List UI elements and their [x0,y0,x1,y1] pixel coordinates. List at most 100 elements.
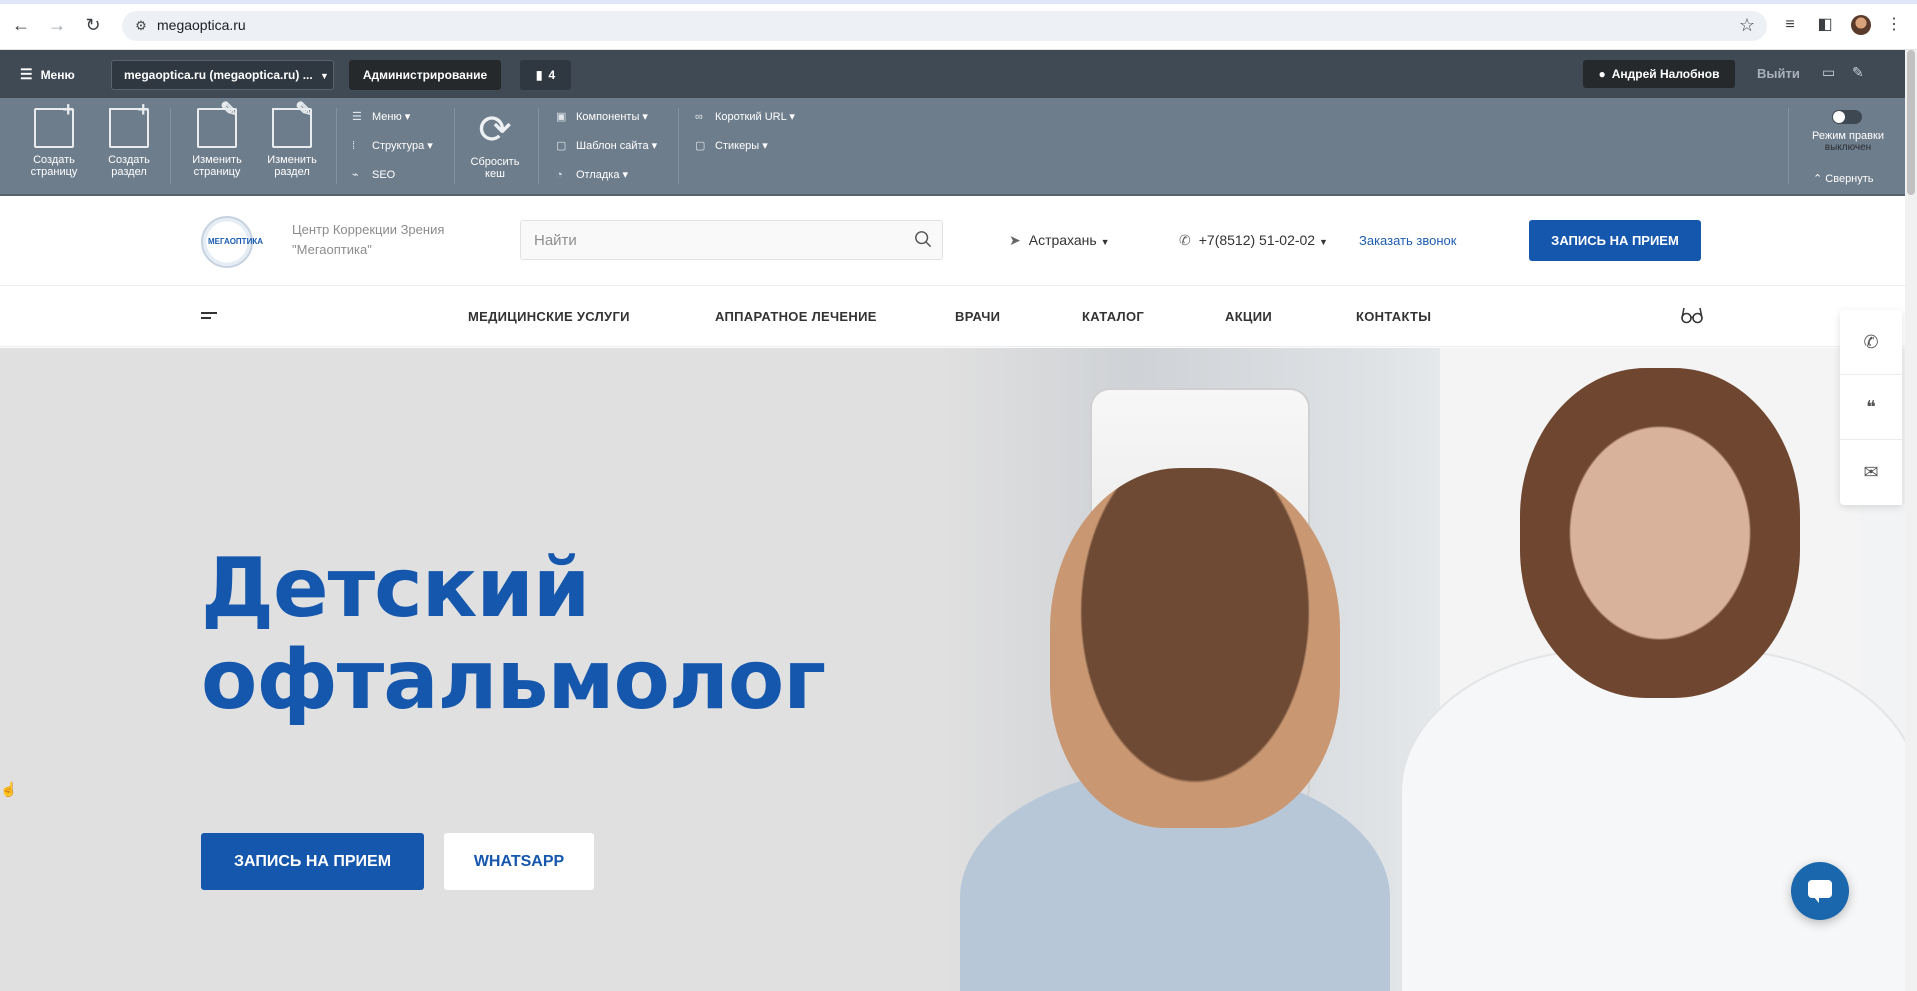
short-url-tool-label: Короткий URL [715,111,787,123]
create-page-label-1: Создать [33,154,75,166]
create-page-button[interactable]: + Создать страницу [24,100,84,178]
edit-folder-icon: ✎ [272,100,312,148]
admin-menu-button[interactable]: ☰ Меню [20,66,75,83]
glasses-icon[interactable] [1681,306,1703,329]
media-control-icon[interactable]: ≡ [1778,13,1802,37]
refresh-icon: ⟳ [478,108,512,152]
admin-toolbar: + Создать страницу + Создать раздел ✎ Из… [0,98,1905,196]
callback-link[interactable]: Заказать звонок [1359,233,1456,248]
grid-icon: ⁞ [352,140,356,152]
seo-tool[interactable]: ⌁ SEO [352,168,395,181]
nav-item-hardware-treatment[interactable]: АППАРАТНОЕ ЛЕЧЕНИЕ [715,309,877,324]
site-template-tool-label: Шаблон сайта [576,140,649,152]
chevron-down-icon: ▼ [1100,237,1110,247]
edit-section-label-1: Изменить [267,154,317,166]
search-icon[interactable] [914,230,932,248]
main-navigation: МЕДИЦИНСКИЕ УСЛУГИ АППАРАТНОЕ ЛЕЧЕНИЕ ВР… [0,287,1905,347]
debug-tool[interactable]: ◔ Отладка ▾ [556,168,628,181]
edit-mode-toggle[interactable] [1832,110,1862,124]
edit-section-label-2: раздел [274,166,310,178]
site-info-icon[interactable]: ⚙ [132,17,150,35]
hero-book-button[interactable]: ЗАПИСЬ НА ПРИЕМ [201,833,424,890]
chat-bubble-icon[interactable] [1791,862,1849,920]
back-icon[interactable]: ← [9,13,33,37]
window-icon[interactable]: ▭ [1822,64,1835,81]
nav-item-contacts[interactable]: КОНТАКТЫ [1356,309,1431,324]
chevron-down-icon: ▼ [1319,237,1328,247]
nav-item-promotions[interactable]: АКЦИИ [1225,309,1272,324]
structure-tool[interactable]: ⁞ Структура ▾ [352,139,433,152]
nav-item-catalog[interactable]: КАТАЛОГ [1082,309,1144,324]
collapse-label: Свернуть [1825,173,1874,185]
menu-tool-label: Меню [372,111,402,123]
collapse-toolbar-button[interactable]: ⌃ Свернуть [1813,172,1874,185]
toolbar-divider [336,108,337,184]
callback-phone-icon[interactable]: ✆ [1840,310,1902,375]
reset-cache-button[interactable]: ⟳ Сбросить кеш [465,108,525,180]
contact-side-widget: ✆ ❝ ✉ [1840,310,1902,505]
user-button[interactable]: ● Андрей Налобнов [1583,60,1735,88]
chevron-up-icon: ⌃ [1813,173,1826,185]
stickers-tool[interactable]: ▢ Стикеры ▾ [695,139,768,152]
review-chat-icon[interactable]: ❝ [1840,375,1902,440]
pin-icon[interactable]: ✎ [1852,64,1864,81]
site-template-tool[interactable]: ▢ Шаблон сайта ▾ [556,139,657,152]
admin-menu-label: Меню [40,68,75,82]
hamburger-icon: ☰ [20,66,33,82]
site-logo[interactable]: МЕГАОПТИКА [201,216,263,268]
new-page-icon: + [34,100,74,148]
bookmark-star-icon[interactable]: ☆ [1739,15,1755,36]
edit-page-label-1: Изменить [192,154,242,166]
edit-page-label-2: страницу [193,166,241,178]
edit-mode-label: Режим правки выключен [1808,130,1888,154]
tab-strip-edge [0,0,1917,4]
edit-section-button[interactable]: ✎ Изменить раздел [262,100,322,178]
hero-whatsapp-button[interactable]: WHATSAPP [444,833,594,890]
scrollbar-thumb[interactable] [1907,50,1915,195]
url-text[interactable]: megaoptica.ru [157,17,246,33]
side-panel-icon[interactable]: ◧ [1813,13,1837,37]
toolbar-divider [170,108,171,184]
menu-tool[interactable]: ☰ Меню ▾ [352,110,410,123]
catalog-menu-icon[interactable] [201,312,217,322]
address-bar[interactable]: ⚙ megaoptica.ru ☆ [122,11,1767,41]
administration-button[interactable]: Администрирование [349,60,501,90]
debug-tool-label: Отладка [576,169,620,181]
notifications-button[interactable]: ▮ 4 [520,60,571,90]
edit-page-button[interactable]: ✎ Изменить страницу [187,100,247,178]
phone-number: +7(8512) 51-02-02 [1198,232,1316,248]
profile-avatar[interactable] [1851,15,1871,35]
reload-icon[interactable]: ↻ [81,13,105,37]
list-icon: ☰ [352,111,362,123]
create-section-button[interactable]: + Создать раздел [99,100,159,178]
logo-text: МЕГАОПТИКА [208,237,263,246]
mail-icon[interactable]: ✉ [1840,440,1902,505]
nav-item-doctors[interactable]: ВРАЧИ [955,309,1000,324]
search-box[interactable] [520,220,943,260]
notification-count: 4 [548,68,556,82]
site-header: МЕГАОПТИКА Центр Коррекции Зрения "Мегао… [0,198,1905,286]
location-arrow-icon: ➤ [1009,232,1021,248]
site-selector[interactable]: megaoptica.ru (megaoptica.ru) ... ▼ [111,60,334,90]
photo-doctor-coat [1400,648,1905,991]
phone-selector[interactable]: ✆ +7(8512) 51-02-02 ▼ [1179,232,1328,249]
page-scrollbar[interactable] [1905,50,1917,991]
short-url-tool[interactable]: ∞ Короткий URL ▾ [695,110,795,123]
components-tool[interactable]: ▣ Компоненты ▾ [556,110,648,123]
hero-title: Детский офтальмолог [201,543,826,727]
toolbar-divider [1788,108,1789,184]
forward-icon[interactable]: → [45,13,69,37]
hero-photo [940,348,1905,991]
browser-menu-icon[interactable]: ⋮ [1882,13,1906,37]
photo-doctor [1520,368,1800,698]
city-selector[interactable]: ➤ Астрахань ▼ [1009,232,1110,249]
reset-cache-label-1: Сбросить [470,156,520,168]
template-icon: ▢ [556,140,567,152]
phone-icon: ✆ [1179,232,1191,248]
create-section-label-2: раздел [111,166,147,178]
logout-link[interactable]: Выйти [1757,66,1800,81]
nav-item-medical-services[interactable]: МЕДИЦИНСКИЕ УСЛУГИ [468,309,630,324]
search-input[interactable] [521,221,881,259]
book-appointment-button[interactable]: ЗАПИСЬ НА ПРИЕМ [1529,220,1701,261]
hand-cursor-icon: ☝ [0,781,18,797]
